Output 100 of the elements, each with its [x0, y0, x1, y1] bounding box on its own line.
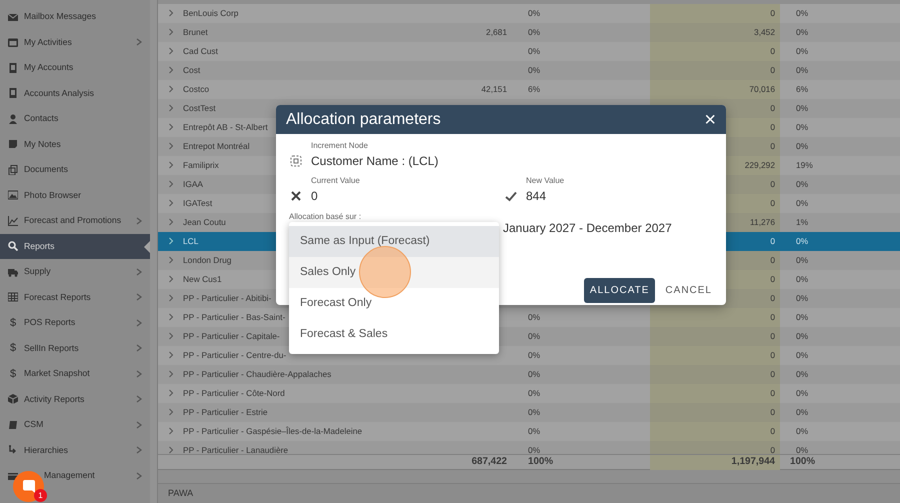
table-cell: 0: [770, 330, 775, 342]
table-cell: 0: [770, 368, 775, 380]
table-cell: 0%: [796, 44, 808, 58]
customer-name: Familiprix: [183, 158, 219, 172]
table-cell: 0%: [796, 444, 808, 454]
customer-name: BenLouis Corp: [183, 6, 238, 20]
table-cell: 0%: [796, 254, 808, 266]
table-cell: 0%: [528, 368, 540, 380]
table-cell: 0: [770, 178, 775, 190]
table-cell: 0%: [528, 310, 540, 324]
customer-name: PP - Particulier - Estrie: [183, 406, 268, 418]
table-cell: 0: [770, 120, 775, 134]
table-cell: 0: [770, 292, 775, 304]
table-cell: 0%: [796, 120, 808, 134]
table-cell: 0%: [796, 196, 808, 210]
table-cell: 0: [770, 406, 775, 418]
table-cell: 1%: [796, 216, 808, 228]
table-cell: 0%: [796, 368, 808, 380]
customer-name: PP - Particulier - Chaudière-Appalaches: [183, 368, 332, 380]
customer-name: PP - Particulier - Gaspésie–Îles-de-la-Madeleine: [183, 424, 362, 438]
table-cell: 0%: [796, 330, 808, 342]
table-cell: 0%: [796, 102, 808, 114]
dollar-icon: $: [8, 366, 18, 382]
table-cell: 0%: [796, 406, 808, 418]
customer-name: Jean Coutu: [183, 216, 226, 228]
table-cell: 0: [770, 272, 775, 286]
table-cell: 0%: [796, 348, 808, 362]
table-cell: 0: [770, 64, 775, 76]
table-cell: 6%: [528, 82, 540, 96]
table-cell: 0%: [528, 44, 540, 58]
period-text: January 2027 - December 2027: [503, 220, 672, 237]
table-cell: 0: [770, 254, 775, 266]
table-cell: 0%: [796, 424, 808, 438]
table-cell: 0%: [796, 140, 808, 152]
field-label: Current Value: [310, 175, 361, 187]
table-cell: 0%: [528, 6, 540, 20]
dollar-icon: $: [8, 340, 18, 356]
table-cell: 0%: [796, 26, 808, 38]
table-cell: 11,276: [750, 216, 775, 228]
table-cell: 0%: [528, 386, 540, 400]
table-cell: 0%: [796, 310, 808, 324]
customer-name: Brunet: [183, 26, 208, 38]
field-value: Customer Name : (LCL): [311, 153, 438, 170]
customer-name: Cost: [183, 64, 200, 76]
customer-name: PP - Particulier - Côte-Nord: [183, 386, 285, 400]
table-cell: 0%: [796, 272, 808, 286]
customer-name: Entrepôt AB - St-Albert: [183, 120, 268, 134]
table-cell: 0%: [528, 444, 540, 454]
table-cell: 0: [770, 196, 775, 210]
table-cell: 0%: [528, 26, 540, 38]
table-cell: 0%: [796, 178, 808, 190]
customer-name: London Drug: [183, 254, 232, 266]
table-cell: 70,016: [749, 82, 775, 96]
customer-name: Costco: [183, 82, 210, 96]
table-cell: 0%: [796, 386, 808, 400]
customer-name: New Cus1: [183, 272, 222, 286]
table-cell: 0: [770, 386, 775, 400]
customer-name: IGAA: [183, 178, 204, 190]
dollar-icon: $: [8, 314, 18, 331]
table-cell: 0: [770, 140, 775, 152]
table-cell: 0%: [796, 292, 808, 304]
table-cell: 0%: [528, 348, 540, 362]
table-cell: 0: [770, 348, 775, 362]
table-cell: 0%: [528, 406, 540, 418]
total-cell-text: 100%: [790, 455, 816, 469]
table-cell: 0%: [796, 6, 808, 20]
customer-name: Cad Cust: [183, 44, 218, 58]
table-cell: 0: [770, 102, 775, 114]
table-cell: 0%: [796, 234, 808, 248]
field-label: New Value: [525, 175, 564, 187]
table-cell: 2,681: [486, 26, 507, 38]
total-cell-text: 1,197,944: [731, 455, 775, 469]
table-cell: 42,151: [481, 82, 507, 96]
table-cell: 0%: [528, 64, 540, 76]
customer-name: PP - Particulier - Centre-du-: [183, 348, 286, 362]
table-cell: 0: [770, 44, 775, 58]
field-label: Increment Node: [310, 140, 369, 152]
table-cell: 0: [770, 310, 775, 324]
table-cell: 0%: [796, 64, 808, 76]
table-cell: 3,452: [754, 26, 775, 38]
total-cell-text: 687,422: [472, 455, 507, 469]
table-cell: 19%: [796, 158, 813, 172]
table-cell: 6%: [796, 82, 808, 96]
customer-name: LCL: [183, 234, 198, 248]
customer-name: PP - Particulier - Abitibi-: [183, 292, 272, 304]
customer-name: PP - Particulier - Capitale-: [183, 330, 280, 342]
customer-name: PP - Particulier - Bas-Saint-: [183, 310, 286, 324]
dialog-title: Allocation parameters: [286, 110, 441, 130]
table-cell: 0: [770, 234, 775, 248]
table-cell: 0: [770, 444, 775, 454]
field-value: 844: [526, 188, 546, 205]
customer-name: IGATest: [183, 196, 212, 210]
total-cell-text: 100%: [528, 455, 554, 469]
table-cell: 0: [770, 424, 775, 438]
customer-name: CostTest: [183, 102, 216, 114]
field-value: 0: [311, 188, 318, 205]
customer-name: Entrepot Montréal: [183, 140, 250, 152]
customer-name: PP - Particulier - Lanaudière: [183, 444, 288, 454]
table-cell: 0%: [528, 424, 540, 438]
field-label: Allocation basé sur :: [289, 211, 362, 223]
